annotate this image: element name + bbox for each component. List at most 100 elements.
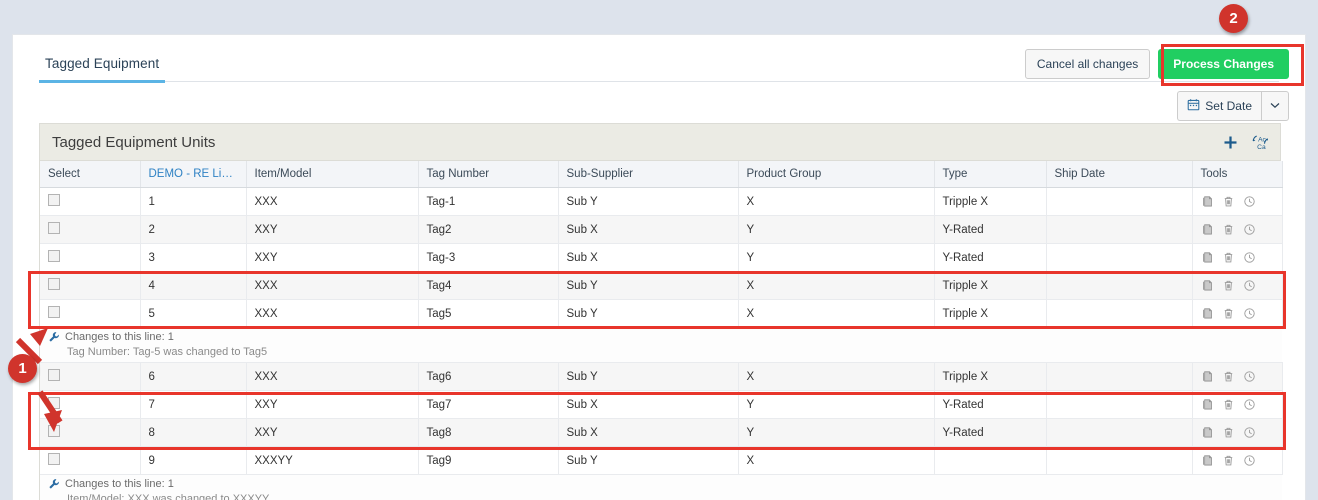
column-header-tools[interactable]: Tools [1192,161,1283,188]
history-clock-icon[interactable] [1243,223,1256,236]
row-select-checkbox[interactable] [48,453,60,465]
row-sub-supplier: Sub Y [558,299,739,328]
trash-icon[interactable] [1222,195,1235,208]
trash-icon[interactable] [1222,370,1235,383]
row-type: Y-Rated [934,243,1047,272]
row-select-checkbox[interactable] [48,397,60,409]
row-sub-supplier: Sub X [558,215,739,244]
history-clock-icon[interactable] [1243,307,1256,320]
calendar-icon [1187,98,1200,114]
row-type: Tripple X [934,271,1047,300]
row-line-number: 4 [140,271,247,300]
history-clock-icon[interactable] [1243,195,1256,208]
unit-convert-icon[interactable]: Ac Ca [1251,133,1270,152]
table-row[interactable]: 7 XXY Tag7 Sub X Y Y-Rated [40,390,1283,419]
history-clock-icon[interactable] [1243,370,1256,383]
row-select-checkbox[interactable] [48,306,60,318]
set-date-dropdown-toggle[interactable] [1261,91,1289,121]
row-item-model: XXY [246,243,419,272]
table-row[interactable]: 5 XXX Tag5 Sub Y X Tripple X [40,299,1283,328]
history-clock-icon[interactable] [1243,426,1256,439]
trash-icon[interactable] [1222,279,1235,292]
cancel-all-changes-button[interactable]: Cancel all changes [1024,49,1151,79]
row-tag-number: Tag8 [418,418,559,447]
row-type: Y-Rated [934,215,1047,244]
copy-icon[interactable] [1201,251,1214,264]
history-clock-icon[interactable] [1243,398,1256,411]
process-changes-button[interactable]: Process Changes [1158,49,1289,79]
copy-icon[interactable] [1201,370,1214,383]
row-item-model: XXY [246,215,419,244]
copy-icon[interactable] [1201,398,1214,411]
copy-icon[interactable] [1201,195,1214,208]
row-ship-date [1046,187,1193,216]
row-tools-cell [1192,446,1283,475]
table-row[interactable]: 9 XXXYY Tag9 Sub YX [40,446,1283,475]
set-date-button[interactable]: Set Date [1177,91,1261,121]
row-product-group: X [738,299,935,328]
row-select-checkbox[interactable] [48,425,60,437]
row-ship-date [1046,390,1193,419]
copy-icon[interactable] [1201,426,1214,439]
table-row[interactable]: 2 XXY Tag2 Sub X Y Y-Rated [40,215,1283,244]
column-header-tag-number[interactable]: Tag Number [418,161,559,188]
row-select-checkbox[interactable] [48,222,60,234]
trash-icon[interactable] [1222,426,1235,439]
row-type [934,446,1047,475]
history-clock-icon[interactable] [1243,454,1256,467]
chevron-down-icon [1270,101,1280,112]
row-line-number: 2 [140,215,247,244]
row-select-checkbox[interactable] [48,278,60,290]
table-row[interactable]: 4 XXX Tag4 Sub Y X Tripple X [40,271,1283,300]
trash-icon[interactable] [1222,398,1235,411]
column-header-type[interactable]: Type [934,161,1047,188]
row-product-group: Y [738,418,935,447]
row-select-cell [40,418,141,447]
column-header-item-model[interactable]: Item/Model [246,161,419,188]
copy-icon[interactable] [1201,223,1214,236]
wrench-icon [48,331,60,343]
column-header-select[interactable]: Select [40,161,141,188]
row-select-cell [40,271,141,300]
row-line-number: 9 [140,446,247,475]
table-row[interactable]: 8 XXY Tag8 Sub X Y Y-Rated [40,418,1283,447]
table-row[interactable]: 1 XXX Tag-1 Sub Y X Tripple X [40,187,1283,216]
column-header-ship-date[interactable]: Ship Date [1046,161,1193,188]
history-clock-icon[interactable] [1243,279,1256,292]
row-sub-supplier: Sub Y [558,362,739,391]
change-summary-row: Changes to this line: 1 Item/Model: XXX w… [40,474,1282,500]
table-header: Select DEMO - RE Line Nu... Item/Model T… [40,161,1283,188]
row-item-model: XXX [246,299,419,328]
row-item-model: XXY [246,390,419,419]
row-item-model: XXY [246,418,419,447]
copy-icon[interactable] [1201,279,1214,292]
table-row[interactable]: 6 XXX Tag6 Sub Y X Tripple X [40,362,1283,391]
trash-icon[interactable] [1222,251,1235,264]
table-row[interactable]: 3 XXY Tag-3 Sub X Y Y-Rated [40,243,1283,272]
row-tools-cell [1192,215,1283,244]
row-ship-date [1046,243,1193,272]
row-sub-supplier: Sub Y [558,446,739,475]
copy-icon[interactable] [1201,454,1214,467]
column-header-sub-supplier[interactable]: Sub-Supplier [558,161,739,188]
plus-icon[interactable] [1223,135,1238,150]
tab-tagged-equipment[interactable]: Tagged Equipment [39,56,166,83]
row-tag-number: Tag-3 [418,243,559,272]
trash-icon[interactable] [1222,307,1235,320]
column-header-line-number[interactable]: DEMO - RE Line Nu... [140,161,247,188]
copy-icon[interactable] [1201,307,1214,320]
panel-header: Tagged Equipment Units Ac Ca [40,124,1280,161]
column-header-product-group[interactable]: Product Group [738,161,935,188]
trash-icon[interactable] [1222,223,1235,236]
history-clock-icon[interactable] [1243,251,1256,264]
row-select-checkbox[interactable] [48,194,60,206]
row-select-cell [40,243,141,272]
set-date-label: Set Date [1205,99,1252,113]
change-summary-cell: Changes to this line: 1 Tag Number: Tag-5… [40,327,1282,363]
trash-icon[interactable] [1222,454,1235,467]
row-tools-cell [1192,362,1283,391]
row-select-cell [40,446,141,475]
row-select-checkbox[interactable] [48,369,60,381]
wrench-icon [48,478,60,490]
row-select-checkbox[interactable] [48,250,60,262]
